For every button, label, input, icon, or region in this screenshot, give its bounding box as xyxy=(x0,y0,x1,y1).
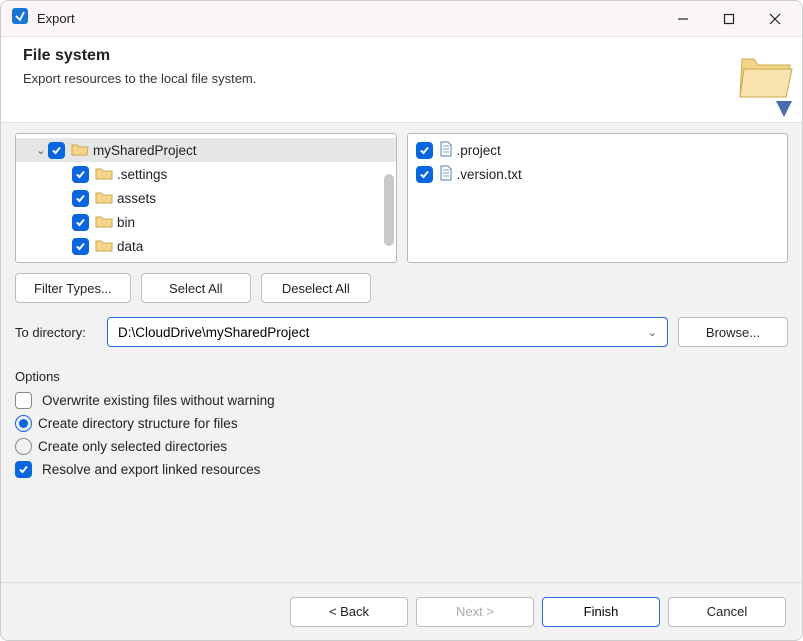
select-all-button[interactable]: Select All xyxy=(141,273,251,303)
checkbox[interactable] xyxy=(416,142,433,159)
to-directory-label: To directory: xyxy=(15,325,97,340)
file-icon xyxy=(439,141,453,160)
checkbox[interactable] xyxy=(72,238,89,255)
tree-row-root[interactable]: ⌄ mySharedProject xyxy=(16,138,396,162)
maximize-button[interactable] xyxy=(706,3,752,35)
checkbox-checked[interactable] xyxy=(15,461,32,478)
file-label: .version.txt xyxy=(457,167,522,182)
folder-icon xyxy=(95,166,113,183)
folder-icon xyxy=(95,238,113,255)
to-directory-input[interactable] xyxy=(116,324,644,341)
file-icon xyxy=(439,165,453,184)
filter-types-button[interactable]: Filter Types... xyxy=(15,273,131,303)
page-title: File system xyxy=(23,47,786,65)
tree-root-label: mySharedProject xyxy=(93,143,197,158)
cancel-button[interactable]: Cancel xyxy=(668,597,786,627)
tree-label: bin xyxy=(117,215,135,230)
option-resolve-linked[interactable]: Resolve and export linked resources xyxy=(15,461,788,478)
titlebar: Export xyxy=(1,1,802,37)
tree-label: assets xyxy=(117,191,156,206)
close-button[interactable] xyxy=(752,3,798,35)
tree-row[interactable]: bin xyxy=(16,210,396,234)
folder-open-icon xyxy=(71,142,89,159)
chevron-down-icon[interactable]: ⌄ xyxy=(34,144,48,157)
folder-tree-pane[interactable]: ⌄ mySharedProject .settings assets xyxy=(15,133,397,263)
tree-label: data xyxy=(117,239,143,254)
option-label: Resolve and export linked resources xyxy=(42,462,260,477)
page-subtitle: Export resources to the local file syste… xyxy=(23,71,786,86)
radio-checked[interactable] xyxy=(15,415,32,432)
back-button[interactable]: < Back xyxy=(290,597,408,627)
tree-label: .settings xyxy=(117,167,167,182)
option-label: Overwrite existing files without warning xyxy=(42,393,275,408)
chevron-down-icon[interactable]: ⌄ xyxy=(644,326,661,339)
checkbox[interactable] xyxy=(72,190,89,207)
wizard-footer: < Back Next > Finish Cancel xyxy=(1,582,802,640)
options-group: Options Overwrite existing files without… xyxy=(15,369,788,478)
radio-unchecked[interactable] xyxy=(15,438,32,455)
option-create-dir-structure[interactable]: Create directory structure for files xyxy=(15,415,788,432)
checkbox-unchecked[interactable] xyxy=(15,392,32,409)
finish-button[interactable]: Finish xyxy=(542,597,660,627)
to-directory-combo[interactable]: ⌄ xyxy=(107,317,668,347)
window-title: Export xyxy=(37,11,75,26)
option-label: Create directory structure for files xyxy=(38,416,238,431)
minimize-button[interactable] xyxy=(660,3,706,35)
checkbox-root[interactable] xyxy=(48,142,65,159)
checkbox[interactable] xyxy=(72,166,89,183)
scrollbar-thumb[interactable] xyxy=(384,174,394,246)
next-button[interactable]: Next > xyxy=(416,597,534,627)
folder-icon xyxy=(95,214,113,231)
wizard-body: ⌄ mySharedProject .settings assets xyxy=(1,123,802,582)
folder-art-icon xyxy=(734,39,798,124)
tree-row[interactable]: .settings xyxy=(16,162,396,186)
file-label: .project xyxy=(457,143,501,158)
checkbox[interactable] xyxy=(416,166,433,183)
file-row[interactable]: .version.txt xyxy=(408,162,788,186)
deselect-all-button[interactable]: Deselect All xyxy=(261,273,371,303)
folder-icon xyxy=(95,262,113,263)
tree-row[interactable]: data xyxy=(16,234,396,258)
browse-button[interactable]: Browse... xyxy=(678,317,788,347)
option-overwrite[interactable]: Overwrite existing files without warning xyxy=(15,392,788,409)
wizard-header: File system Export resources to the loca… xyxy=(1,37,802,123)
checkbox[interactable] xyxy=(72,262,89,263)
tree-row[interactable]: images xyxy=(16,258,396,262)
options-legend: Options xyxy=(15,369,788,384)
tree-row[interactable]: assets xyxy=(16,186,396,210)
option-label: Create only selected directories xyxy=(38,439,227,454)
app-icon xyxy=(11,7,29,30)
file-list-pane[interactable]: .project .version.txt xyxy=(407,133,789,263)
file-row[interactable]: .project xyxy=(408,138,788,162)
folder-icon xyxy=(95,190,113,207)
option-create-only-selected[interactable]: Create only selected directories xyxy=(15,438,788,455)
checkbox[interactable] xyxy=(72,214,89,231)
